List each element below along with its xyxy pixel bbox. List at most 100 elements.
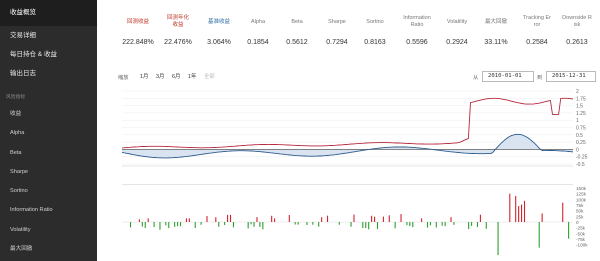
pnl-bar: [297, 222, 299, 225]
metric-label: Sortino: [366, 18, 384, 25]
y-tick-label: 1.25: [576, 111, 586, 117]
pnl-bar: [232, 222, 234, 228]
y-tick-label: 50k: [576, 209, 584, 214]
pnl-bar: [471, 222, 473, 226]
zoom-1y-button[interactable]: 1年: [186, 72, 198, 82]
from-label: 从: [473, 75, 479, 81]
pnl-bar: [394, 222, 396, 229]
pnl-bar: [468, 222, 470, 230]
pnl-bar: [523, 200, 526, 222]
zoom-3m-button[interactable]: 3月: [154, 72, 166, 82]
pnl-bar: [141, 222, 143, 227]
pnl-bar: [247, 222, 249, 229]
metric-value: 0.8163: [364, 39, 386, 46]
sidebar-subitem-1[interactable]: Alpha: [0, 124, 97, 143]
sidebar-section-label: 风险指标: [6, 95, 26, 100]
pnl-bar: [382, 216, 384, 222]
pnl-bar: [497, 222, 499, 256]
pnl-bar: [194, 222, 196, 228]
y-tick-label: 75k: [576, 203, 584, 208]
pnl-bar: [153, 222, 155, 228]
sidebar-subitem-5[interactable]: Information Ratio: [0, 201, 97, 220]
pnl-bar: [227, 214, 229, 222]
pnl-bar: [371, 215, 373, 222]
metric-label: Downside R isk: [562, 15, 592, 28]
y-tick-label: -75k: [576, 237, 586, 242]
pnl-bar: [138, 219, 140, 222]
pnl-bar: [362, 222, 364, 229]
benchmark-area: [122, 134, 573, 158]
pnl-bar: [562, 202, 564, 222]
metric-6: Sortino 0.8163: [351, 12, 399, 47]
sidebar-item-3[interactable]: 输出日志: [0, 64, 97, 83]
sidebar-subitem-4[interactable]: Sortino: [0, 182, 97, 201]
y-tick-label: 1.5: [576, 104, 583, 110]
pnl-bar: [421, 218, 423, 222]
y-tick-label: 2: [576, 89, 579, 95]
y-tick-label: 150k: [576, 186, 587, 191]
pnl-bar: [541, 213, 543, 222]
pnl-bar: [256, 217, 258, 222]
pnl-bar: [318, 222, 320, 227]
y-tick-label: -0.5: [576, 162, 585, 168]
pnl-bar: [177, 222, 179, 227]
pnl-bar: [179, 222, 182, 227]
y-tick-label: 0: [576, 147, 579, 153]
metric-11: Downside R isk 0.2613: [553, 12, 600, 46]
zoom-all-button[interactable]: 全部: [202, 72, 217, 82]
pnl-bar: [224, 222, 226, 226]
pnl-bar: [200, 222, 202, 225]
pnl-bar: [374, 216, 376, 222]
sidebar-subitem-2[interactable]: Beta: [0, 144, 97, 163]
pnl-bar: [168, 222, 170, 229]
sidebar-subitem-7[interactable]: 最大回撤: [0, 240, 97, 259]
pnl-bar: [479, 214, 481, 222]
pnl-bar: [568, 222, 570, 239]
sidebar-item-0[interactable]: 收益概览: [0, 0, 97, 26]
y-tick-label: 0.5: [576, 133, 583, 139]
pnl-bar: [218, 222, 220, 227]
daily-pnl-bar-chart: 150k125k100k75k50k25k0-25k-50k-75k-100k: [122, 184, 588, 256]
pnl-bar: [259, 222, 261, 227]
pnl-bar: [435, 222, 437, 228]
pnl-bar: [426, 222, 429, 228]
sidebar-item-1[interactable]: 交易详细: [0, 26, 97, 45]
y-tick-label: 0.25: [576, 140, 586, 146]
y-tick-label: -50k: [576, 231, 586, 236]
from-date-input[interactable]: 2010-01-01: [482, 71, 534, 82]
pnl-bar: [147, 218, 149, 222]
pnl-bar: [521, 204, 523, 222]
y-tick-label: 25k: [576, 214, 584, 219]
pnl-bar: [321, 217, 323, 222]
pnl-bar: [250, 222, 252, 225]
pnl-bar: [185, 218, 187, 222]
to-date-input[interactable]: 2015-12-31: [546, 71, 596, 82]
pnl-bar: [509, 193, 511, 222]
pnl-bar: [338, 222, 340, 225]
pnl-bar: [515, 195, 517, 222]
pnl-bar: [350, 222, 352, 227]
pnl-bar: [159, 222, 161, 230]
pnl-bar: [262, 222, 264, 230]
pnl-bar: [409, 222, 411, 227]
pnl-bar: [206, 216, 208, 222]
chart-controls: 缩放 1月 3月 6月 1年 全部 从 2010-01-01 到 2015-12…: [118, 70, 596, 84]
y-tick-label: 1: [576, 118, 579, 124]
sidebar-subitem-0[interactable]: 收益: [0, 105, 97, 124]
pnl-bar: [365, 222, 367, 229]
y-tick-label: -100k: [576, 243, 588, 248]
pnl-bar: [312, 222, 314, 225]
y-tick-label: 0.75: [576, 126, 586, 132]
sidebar-subitem-6[interactable]: Volatility: [0, 221, 97, 240]
sidebar-subitem-3[interactable]: Sharpe: [0, 163, 97, 182]
zoom-1m-button[interactable]: 1月: [138, 72, 150, 82]
pnl-bar: [294, 222, 296, 225]
pnl-bar: [444, 222, 446, 227]
zoom-6m-button[interactable]: 6月: [170, 72, 182, 82]
pnl-bar: [165, 222, 167, 226]
pnl-bar: [429, 222, 431, 226]
sidebar-item-2[interactable]: 每日持仓 & 收益: [0, 45, 97, 64]
y-tick-label: -25k: [576, 226, 586, 231]
pnl-bar: [288, 215, 290, 222]
pnl-bar: [174, 222, 176, 227]
